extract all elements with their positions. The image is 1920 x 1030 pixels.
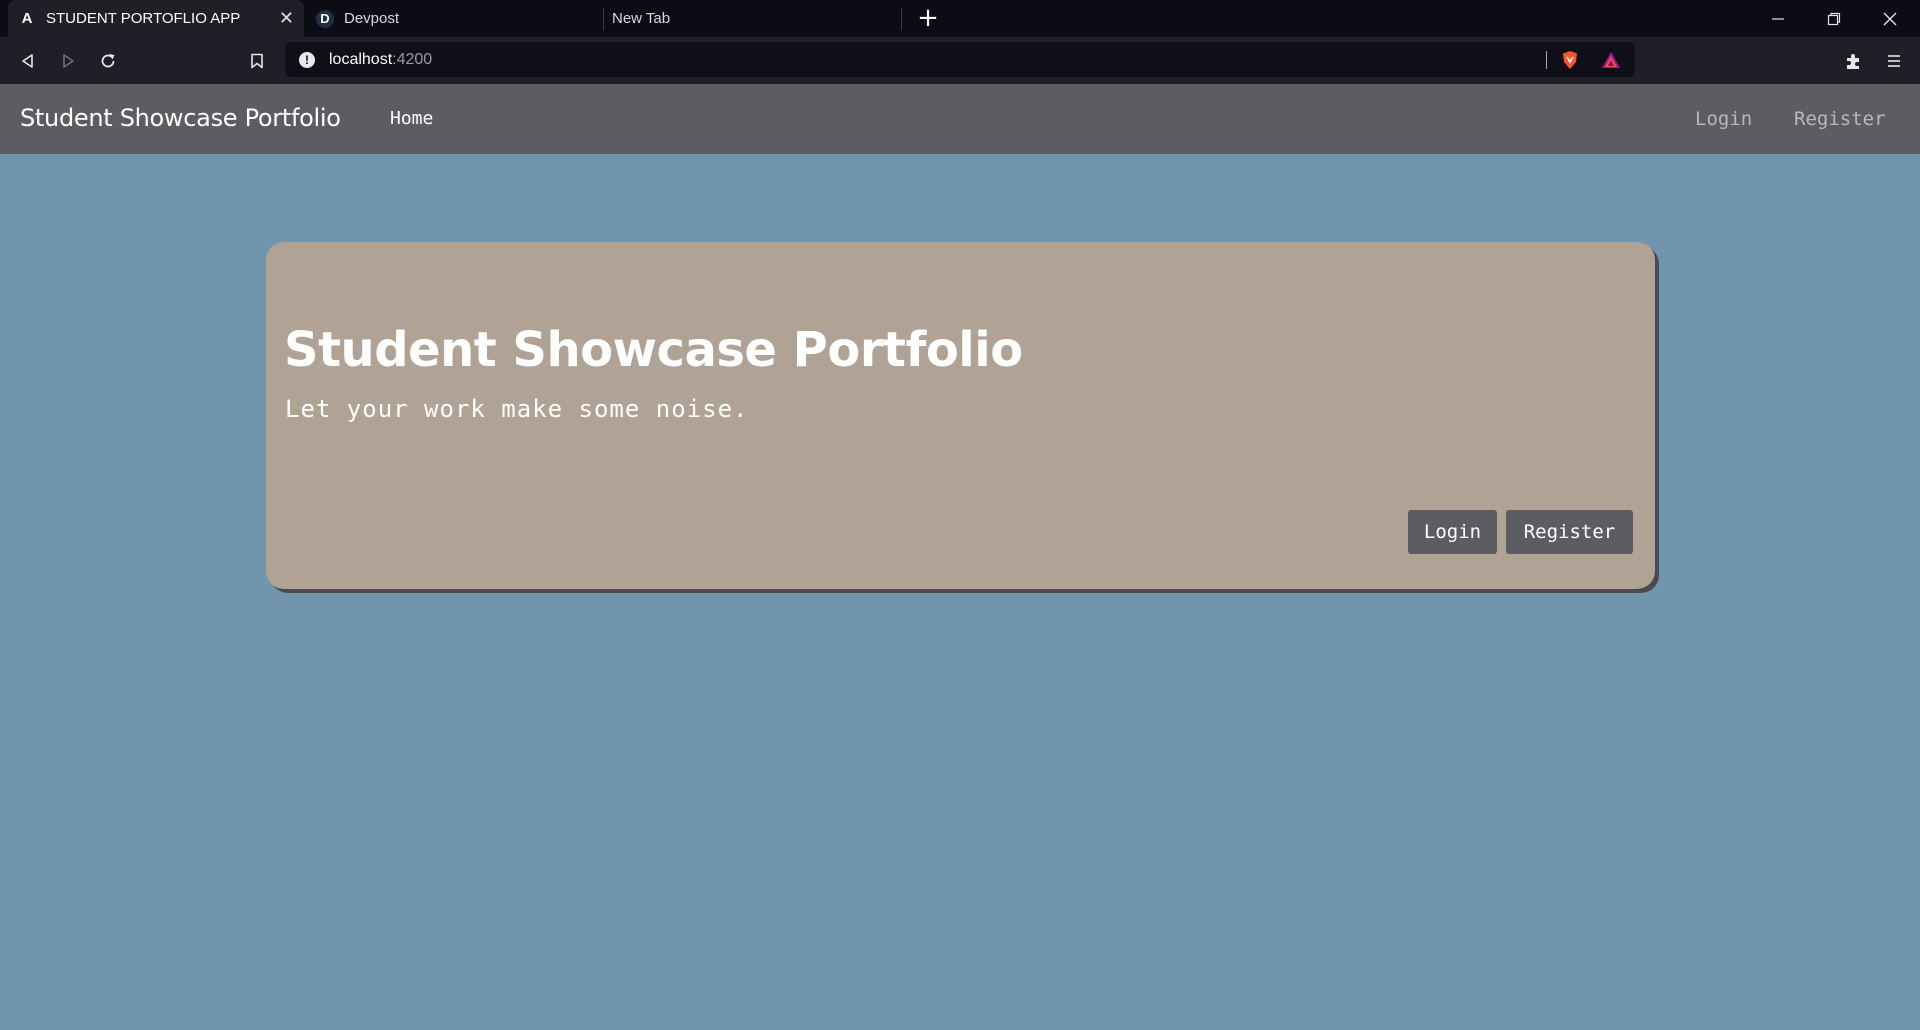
- restore-icon[interactable]: [1806, 0, 1862, 37]
- url-port: :4200: [392, 50, 433, 68]
- tab-title: Devpost: [344, 10, 400, 27]
- menu-icon[interactable]: [1876, 37, 1912, 84]
- close-icon[interactable]: ✕: [279, 8, 294, 28]
- bookmark-icon[interactable]: [239, 37, 275, 84]
- minimize-icon[interactable]: [1750, 0, 1806, 37]
- tab-title: New Tab: [612, 10, 671, 27]
- extensions-icon[interactable]: [1835, 37, 1871, 84]
- nav-register-link[interactable]: Register: [1794, 108, 1886, 130]
- tab-divider: [901, 8, 902, 30]
- tab-new-tab[interactable]: New Tab: [604, 0, 900, 37]
- reload-icon[interactable]: [90, 37, 126, 84]
- url-divider: [1546, 51, 1547, 69]
- hero-login-button[interactable]: Login: [1408, 510, 1497, 554]
- tab-title: STUDENT PORTOFLIO APP: [46, 10, 241, 27]
- brave-rewards-icon[interactable]: [1601, 51, 1621, 73]
- browser-toolbar: ! localhost:4200: [0, 37, 1920, 84]
- close-window-icon[interactable]: [1862, 0, 1918, 37]
- browser-tab-bar: A STUDENT PORTOFLIO APP ✕ D Devpost New …: [0, 0, 1920, 37]
- hero-card: Student Showcase Portfolio Let your work…: [266, 242, 1655, 589]
- address-bar[interactable]: ! localhost:4200: [285, 42, 1635, 77]
- new-tab-button[interactable]: +: [915, 4, 941, 32]
- brand-link[interactable]: Student Showcase Portfolio: [20, 104, 341, 132]
- tab-student-portfolio[interactable]: A STUDENT PORTOFLIO APP ✕: [8, 0, 304, 37]
- nav-home-link[interactable]: Home: [390, 108, 433, 129]
- hero-register-button[interactable]: Register: [1506, 510, 1633, 554]
- forward-icon[interactable]: [50, 37, 86, 84]
- hero-subtitle: Let your work make some noise.: [285, 395, 749, 423]
- back-icon[interactable]: [10, 37, 46, 84]
- page-viewport: Student Showcase Portfolio Home Login Re…: [0, 84, 1920, 1030]
- angular-icon: A: [21, 10, 33, 27]
- hero-title: Student Showcase Portfolio: [284, 322, 1023, 378]
- site-navbar: Student Showcase Portfolio Home Login Re…: [0, 84, 1920, 154]
- url-host: localhost: [329, 50, 393, 68]
- brave-shield-icon[interactable]: [1561, 50, 1579, 74]
- site-info-icon[interactable]: !: [299, 51, 315, 68]
- devpost-icon: D: [316, 9, 334, 28]
- nav-login-link[interactable]: Login: [1695, 108, 1752, 130]
- tab-devpost[interactable]: D Devpost: [304, 0, 600, 37]
